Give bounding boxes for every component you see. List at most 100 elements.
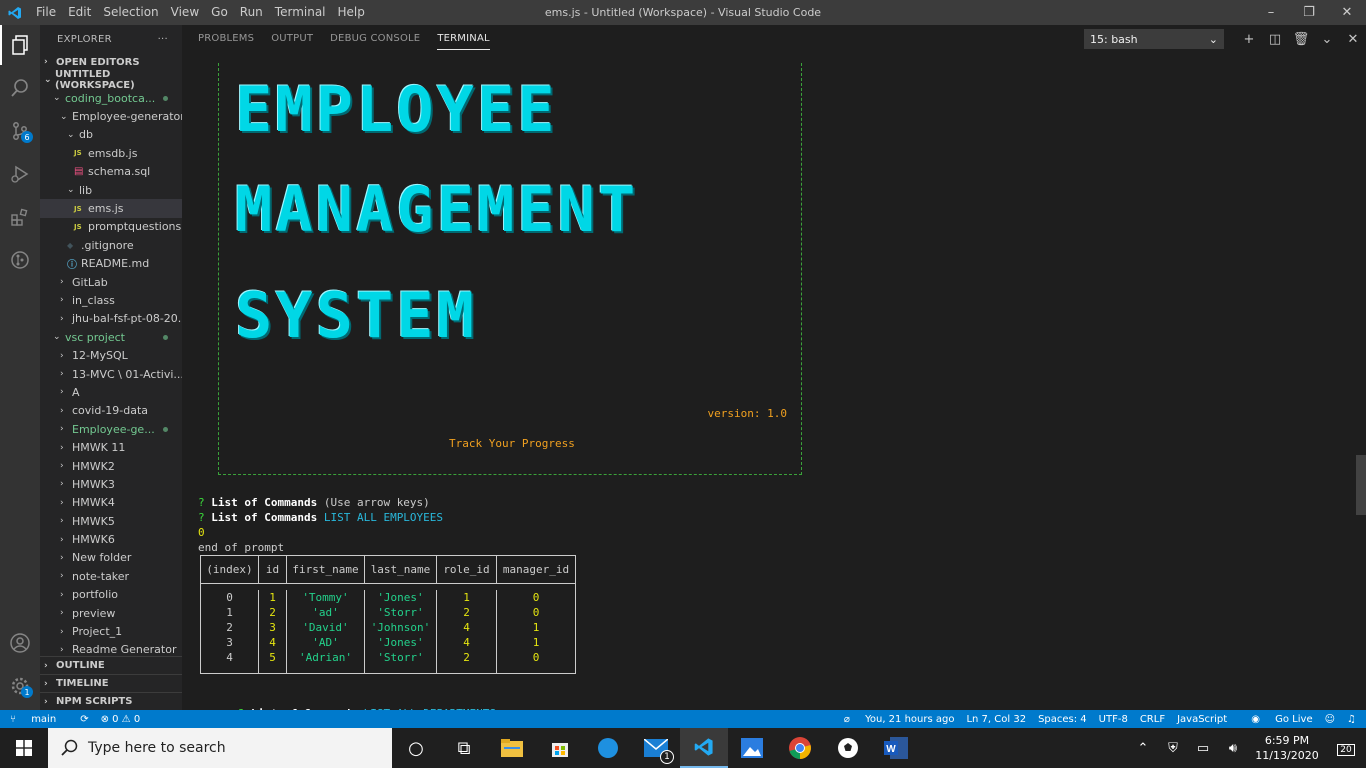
file-item[interactable]: JS emsdb.js: [40, 144, 182, 162]
chevron-up-icon[interactable]: ⌃: [1128, 741, 1158, 756]
folder-item[interactable]: › 12-MySQL: [40, 346, 182, 364]
soccer-app-icon[interactable]: [824, 728, 872, 768]
indentation[interactable]: Spaces: 4: [1038, 714, 1087, 725]
folder-item[interactable]: ⌄ coding_bootca...: [40, 89, 182, 107]
new-terminal-icon[interactable]: +: [1236, 32, 1262, 47]
section-timeline[interactable]: › TIMELINE: [40, 674, 182, 692]
folder-item[interactable]: ⌄ Employee-generator: [40, 107, 182, 125]
menu-item-terminal[interactable]: Terminal: [269, 0, 332, 25]
menu-item-view[interactable]: View: [165, 0, 205, 25]
store-icon[interactable]: [536, 728, 584, 768]
battery-icon[interactable]: ▭: [1188, 741, 1218, 756]
folder-item[interactable]: ⌄ lib: [40, 181, 182, 199]
chrome-icon[interactable]: [776, 728, 824, 768]
browser-compass-icon[interactable]: [584, 728, 632, 768]
end-of-line[interactable]: CRLF: [1140, 714, 1165, 725]
sync-icon[interactable]: ⟳: [80, 714, 88, 725]
menu-item-run[interactable]: Run: [234, 0, 269, 25]
explorer-icon[interactable]: [0, 25, 40, 65]
tree-item-label: .gitignore: [81, 238, 134, 252]
scrollbar-thumb[interactable]: [1356, 455, 1366, 515]
split-terminal-icon[interactable]: ◫: [1262, 32, 1288, 47]
problems-indicator[interactable]: ⊗ 0 ⚠ 0: [101, 714, 141, 725]
language-mode[interactable]: JavaScript: [1177, 714, 1227, 725]
file-item[interactable]: JS promptquestions.js: [40, 218, 182, 236]
menu-item-go[interactable]: Go: [205, 0, 234, 25]
minimize-icon[interactable]: –: [1252, 0, 1290, 25]
extensions-icon[interactable]: [0, 197, 40, 237]
folder-item[interactable]: › in_class: [40, 291, 182, 309]
section-npm-scripts[interactable]: › NPM SCRIPTS: [40, 692, 182, 710]
vscode-taskbar-icon[interactable]: [680, 728, 728, 768]
start-button[interactable]: [0, 728, 48, 768]
photos-icon[interactable]: [728, 728, 776, 768]
notifications-bell-icon[interactable]: ♫: [1347, 714, 1356, 725]
folder-item[interactable]: › note-taker: [40, 567, 182, 585]
folder-item[interactable]: › Project_1: [40, 622, 182, 640]
run-debug-icon[interactable]: [0, 154, 40, 194]
table-cell: 1: [532, 621, 540, 634]
tab-output[interactable]: OUTPUT: [271, 25, 313, 53]
taskbar-search-box[interactable]: Type here to search: [48, 728, 392, 768]
tab-problems[interactable]: PROBLEMS: [198, 25, 254, 53]
volume-icon[interactable]: 🔊︎: [1218, 741, 1248, 756]
restore-icon[interactable]: ❐: [1290, 0, 1328, 25]
search-icon[interactable]: [0, 68, 40, 108]
folder-item[interactable]: › HMWK6: [40, 530, 182, 548]
tab-terminal[interactable]: TERMINAL: [437, 29, 490, 50]
trash-icon[interactable]: 🗑: [1288, 32, 1314, 47]
more-actions-icon[interactable]: ···: [158, 34, 168, 45]
folder-item[interactable]: › HMWK3: [40, 475, 182, 493]
git-blame[interactable]: ⌀ You, 21 hours ago: [832, 714, 955, 725]
file-explorer-icon[interactable]: [488, 728, 536, 768]
folder-item[interactable]: › A: [40, 383, 182, 401]
folder-item[interactable]: › Employee-ge...: [40, 420, 182, 438]
close-panel-icon[interactable]: ✕: [1340, 32, 1366, 47]
encoding[interactable]: UTF-8: [1099, 714, 1128, 725]
file-item[interactable]: JS ems.js: [40, 199, 182, 218]
menu-item-help[interactable]: Help: [332, 0, 371, 25]
menu-item-file[interactable]: File: [30, 0, 62, 25]
file-item[interactable]: ⓘ README.md: [40, 255, 182, 273]
maximize-panel-icon[interactable]: ⌄: [1314, 32, 1340, 47]
table-cell: 3: [259, 620, 287, 635]
folder-item[interactable]: › HMWK2: [40, 457, 182, 475]
terminal-output[interactable]: EMPLOYEE MANAGEMENT SYSTEM version: 1.0 …: [198, 59, 1358, 720]
source-control-icon[interactable]: 6: [0, 111, 40, 151]
folder-item[interactable]: › covid-19-data: [40, 402, 182, 420]
notifications-icon[interactable]: 20: [1326, 741, 1366, 756]
feedback-icon[interactable]: ☺: [1325, 714, 1335, 725]
terminal-select[interactable]: 15: bash ⌄: [1084, 29, 1224, 49]
cortana-icon[interactable]: ○: [392, 728, 440, 768]
word-icon[interactable]: W: [872, 728, 920, 768]
workspace-section[interactable]: ⌄ UNTITLED (WORKSPACE): [40, 69, 182, 91]
folder-item[interactable]: › preview: [40, 604, 182, 622]
section-outline[interactable]: › OUTLINE: [40, 656, 182, 674]
folder-item[interactable]: › jhu-bal-fsf-pt-08-20...: [40, 310, 182, 328]
close-icon[interactable]: ✕: [1328, 0, 1366, 25]
folder-item[interactable]: › HMWK 11: [40, 438, 182, 456]
menu-item-selection[interactable]: Selection: [97, 0, 164, 25]
folder-item[interactable]: › portfolio: [40, 586, 182, 604]
security-icon[interactable]: ⛨: [1158, 741, 1188, 756]
folder-item[interactable]: › GitLab: [40, 273, 182, 291]
clock[interactable]: 6:59 PM 11/13/2020: [1248, 733, 1326, 763]
folder-item[interactable]: › HMWK5: [40, 512, 182, 530]
file-item[interactable]: ▤ schema.sql: [40, 163, 182, 181]
folder-item[interactable]: › HMWK4: [40, 494, 182, 512]
accounts-icon[interactable]: [0, 623, 40, 663]
file-item[interactable]: ◆ .gitignore: [40, 236, 182, 254]
folder-item[interactable]: › New folder: [40, 549, 182, 567]
folder-item[interactable]: › 13-MVC \ 01-Activi...: [40, 365, 182, 383]
go-live-button[interactable]: ◉ Go Live: [1239, 714, 1312, 725]
tab-debug-console[interactable]: DEBUG CONSOLE: [330, 25, 420, 53]
gitlens-icon[interactable]: [0, 240, 40, 280]
folder-item[interactable]: ⌄ db: [40, 126, 182, 144]
cursor-position[interactable]: Ln 7, Col 32: [966, 714, 1026, 725]
task-view-icon[interactable]: ⧉: [440, 728, 488, 768]
manage-gear-icon[interactable]: 1: [0, 666, 40, 706]
mail-icon[interactable]: 1: [632, 728, 680, 768]
menu-item-edit[interactable]: Edit: [62, 0, 97, 25]
folder-item[interactable]: ⌄ vsc project: [40, 328, 182, 346]
branch-indicator[interactable]: ⑂ main: [10, 714, 68, 725]
